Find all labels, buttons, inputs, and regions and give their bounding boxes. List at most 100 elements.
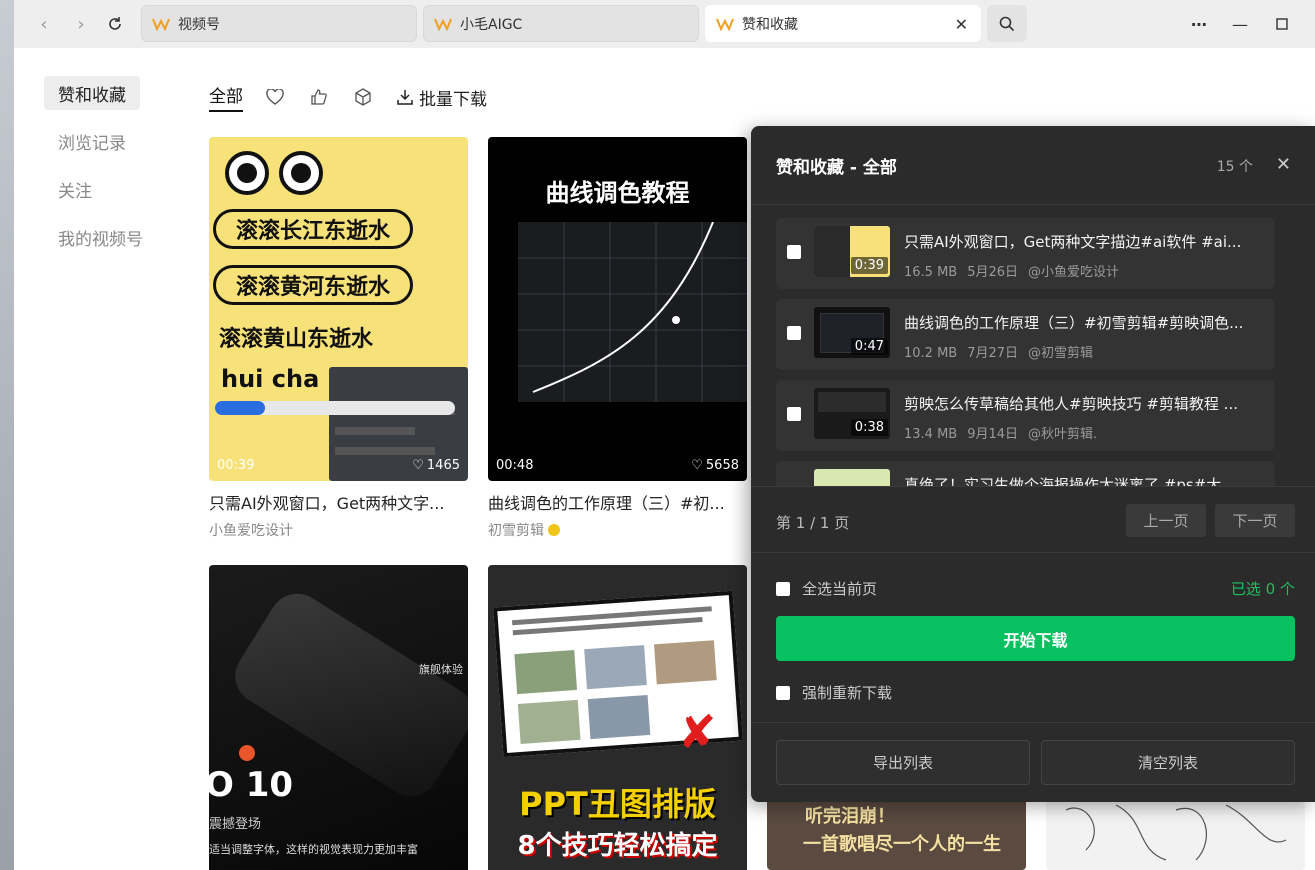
minimize-icon[interactable]: — xyxy=(1227,12,1253,36)
item-title: 只需AI外观窗口，Get两种文字描边#ai软件 #ai... xyxy=(904,233,1242,251)
channels-logo-icon xyxy=(434,18,452,31)
divider xyxy=(751,204,1315,205)
sidebar-item-label: 我的视频号 xyxy=(58,229,143,250)
item-checkbox[interactable] xyxy=(787,245,801,259)
video-card[interactable]: 旗舰体验 O 10 震撼登场 适当调整字体，这样的视觉表现力更加丰富 xyxy=(209,565,468,870)
select-all-label: 全选当前页 xyxy=(802,580,878,598)
force-redownload-checkbox[interactable]: 强制重新下载 xyxy=(776,682,892,703)
tab-search-button[interactable] xyxy=(987,5,1027,42)
thumb-caption: 听完泪崩！ xyxy=(805,806,895,827)
item-title: 真绝了！实习生做个海报操作太迷离了 #ps#大... xyxy=(904,476,1236,486)
video-card[interactable]: 听完泪崩！ 一首歌唱尽一个人的一生 xyxy=(767,790,1026,870)
video-thumbnail[interactable]: 听完泪崩！ 一首歌唱尽一个人的一生 xyxy=(767,790,1026,870)
refresh-icon[interactable] xyxy=(103,12,127,36)
maximize-icon[interactable] xyxy=(1269,12,1295,36)
tab-label: 视频号 xyxy=(178,16,220,33)
tab-label: 小毛AIGC xyxy=(460,16,523,33)
tab-shipinhao[interactable]: 视频号 xyxy=(141,5,417,42)
clear-list-button[interactable]: 清空列表 xyxy=(1041,740,1295,785)
batch-download-button[interactable]: 批量下载 xyxy=(397,85,487,110)
close-icon[interactable]: ✕ xyxy=(1276,154,1291,175)
start-download-button[interactable]: 开始下载 xyxy=(776,616,1295,661)
divider xyxy=(751,722,1315,723)
item-checkbox[interactable] xyxy=(787,407,801,421)
video-thumbnail[interactable]: ✘ PPT丑图排版 8个技巧轻松搞定 xyxy=(488,565,747,870)
video-title[interactable]: 只需AI外观窗口，Get两种文字... xyxy=(209,490,468,514)
thumbs-up-icon[interactable] xyxy=(309,87,329,107)
video-thumbnail[interactable] xyxy=(1046,790,1305,870)
channels-logo-icon xyxy=(716,18,734,31)
item-checkbox[interactable] xyxy=(787,326,801,340)
divider xyxy=(751,486,1315,487)
item-thumbnail: 0:47 xyxy=(814,307,890,358)
item-meta: 16.5 MB 5月26日 @小鱼爱吃设计 xyxy=(904,261,1129,280)
forward-icon[interactable]: › xyxy=(69,12,93,36)
thumb-caption: hui cha xyxy=(221,365,320,393)
heart-icon: ♡ xyxy=(691,458,703,473)
video-card[interactable]: 滚滚长江东逝水 滚滚黄河东逝水 滚滚黄山东逝水 hui cha 00:39 ♡ 1… xyxy=(209,137,468,540)
video-card[interactable]: 曲线调色教程 00:48 ♡ 5658 曲线调色的工作原理（三）#初... 初雪剪… xyxy=(488,137,747,540)
download-list[interactable]: 0:39 只需AI外观窗口，Get两种文字描边#ai软件 #ai... 16.5… xyxy=(776,218,1275,486)
close-tab-icon[interactable]: ✕ xyxy=(955,15,968,34)
download-icon xyxy=(397,90,413,105)
likes-count: 5658 xyxy=(705,458,739,473)
video-card[interactable]: ✘ PPT丑图排版 8个技巧轻松搞定 xyxy=(488,565,747,870)
checkbox-box[interactable] xyxy=(776,581,790,596)
heart-icon[interactable] xyxy=(265,87,285,107)
video-author[interactable]: 初雪剪辑 xyxy=(488,520,747,540)
checkbox-box[interactable] xyxy=(776,685,790,700)
list-item[interactable]: 真绝了！实习生做个海报操作太迷离了 #ps#大... xyxy=(776,461,1275,486)
filter-all-tab[interactable]: 全部 xyxy=(209,82,243,112)
thumb-caption: 一首歌唱尽一个人的一生 xyxy=(803,834,1001,855)
video-likes: ♡ 5658 xyxy=(691,458,739,473)
video-thumbnail[interactable]: 曲线调色教程 00:48 ♡ 5658 xyxy=(488,137,747,481)
video-thumbnail[interactable]: 旗舰体验 O 10 震撼登场 适当调整字体，这样的视觉表现力更加丰富 xyxy=(209,565,468,870)
export-list-button[interactable]: 导出列表 xyxy=(776,740,1030,785)
video-author[interactable]: 小鱼爱吃设计 xyxy=(209,520,468,540)
item-thumbnail: 0:38 xyxy=(814,388,890,439)
video-card[interactable] xyxy=(1046,790,1305,870)
video-duration: 00:39 xyxy=(217,458,255,473)
heart-icon: ♡ xyxy=(412,458,424,473)
item-date: 9月14日 xyxy=(967,427,1019,442)
sidebar-item-likes-favorites[interactable]: 赞和收藏 xyxy=(44,76,140,110)
tab-bar: ‹ › 视频号 小毛AIGC 赞和收藏 ✕ ⋯ — xyxy=(14,0,1315,48)
item-duration: 0:47 xyxy=(850,338,888,355)
eyes-graphic xyxy=(225,151,323,195)
verified-badge-icon xyxy=(548,524,560,536)
item-title: 曲线调色的工作原理（三）#初雪剪辑#剪映调色... xyxy=(904,314,1244,332)
sidebar-item-following[interactable]: 关注 xyxy=(44,172,106,206)
next-page-button[interactable]: 下一页 xyxy=(1215,504,1295,537)
select-all-checkbox[interactable]: 全选当前页 xyxy=(776,578,877,599)
item-size: 16.5 MB xyxy=(904,265,958,280)
list-item[interactable]: 0:47 曲线调色的工作原理（三）#初雪剪辑#剪映调色... 10.2 MB 7月… xyxy=(776,299,1275,370)
video-title[interactable]: 曲线调色的工作原理（三）#初... xyxy=(488,490,747,514)
filter-bar: 全部 批量下载 xyxy=(209,80,487,114)
back-icon[interactable]: ‹ xyxy=(32,12,56,36)
list-item[interactable]: 0:39 只需AI外观窗口，Get两种文字描边#ai软件 #ai... 16.5… xyxy=(776,218,1275,289)
thumb-caption: 曲线调色教程 xyxy=(545,179,690,207)
item-size: 13.4 MB xyxy=(904,427,958,442)
item-duration: 0:39 xyxy=(850,257,888,274)
thumb-caption: 8个技巧轻松搞定 xyxy=(517,831,718,861)
sidebar-item-label: 浏览记录 xyxy=(58,133,126,154)
sketch-graphic xyxy=(1065,804,1287,861)
selected-count: 已选 0 个 xyxy=(1230,580,1295,598)
cube-icon[interactable] xyxy=(353,87,373,107)
sidebar-item-my-channel[interactable]: 我的视频号 xyxy=(44,220,157,254)
tab-xiaomao-aigc[interactable]: 小毛AIGC xyxy=(423,5,699,42)
list-item[interactable]: 0:38 剪映怎么传草稿给其他人#剪映技巧 #剪辑教程 ... 13.4 MB 9… xyxy=(776,380,1275,451)
prev-page-button[interactable]: 上一页 xyxy=(1126,504,1206,537)
item-thumbnail: 0:39 xyxy=(814,226,890,277)
batch-download-label: 批量下载 xyxy=(419,89,487,110)
tab-likes-favorites[interactable]: 赞和收藏 ✕ xyxy=(705,5,981,42)
thumb-caption: 适当调整字体，这样的视觉表现力更加丰富 xyxy=(209,843,418,856)
sidebar-item-label: 关注 xyxy=(58,181,92,202)
video-duration: 00:48 xyxy=(496,458,534,473)
video-thumbnail[interactable]: 滚滚长江东逝水 滚滚黄河东逝水 滚滚黄山东逝水 hui cha 00:39 ♡ 1… xyxy=(209,137,468,481)
item-thumbnail xyxy=(814,469,890,486)
panel-title: 赞和收藏 - 全部 xyxy=(776,158,897,178)
sidebar-item-history[interactable]: 浏览记录 xyxy=(44,124,140,158)
item-date: 5月26日 xyxy=(967,265,1019,280)
more-icon[interactable]: ⋯ xyxy=(1186,12,1212,36)
